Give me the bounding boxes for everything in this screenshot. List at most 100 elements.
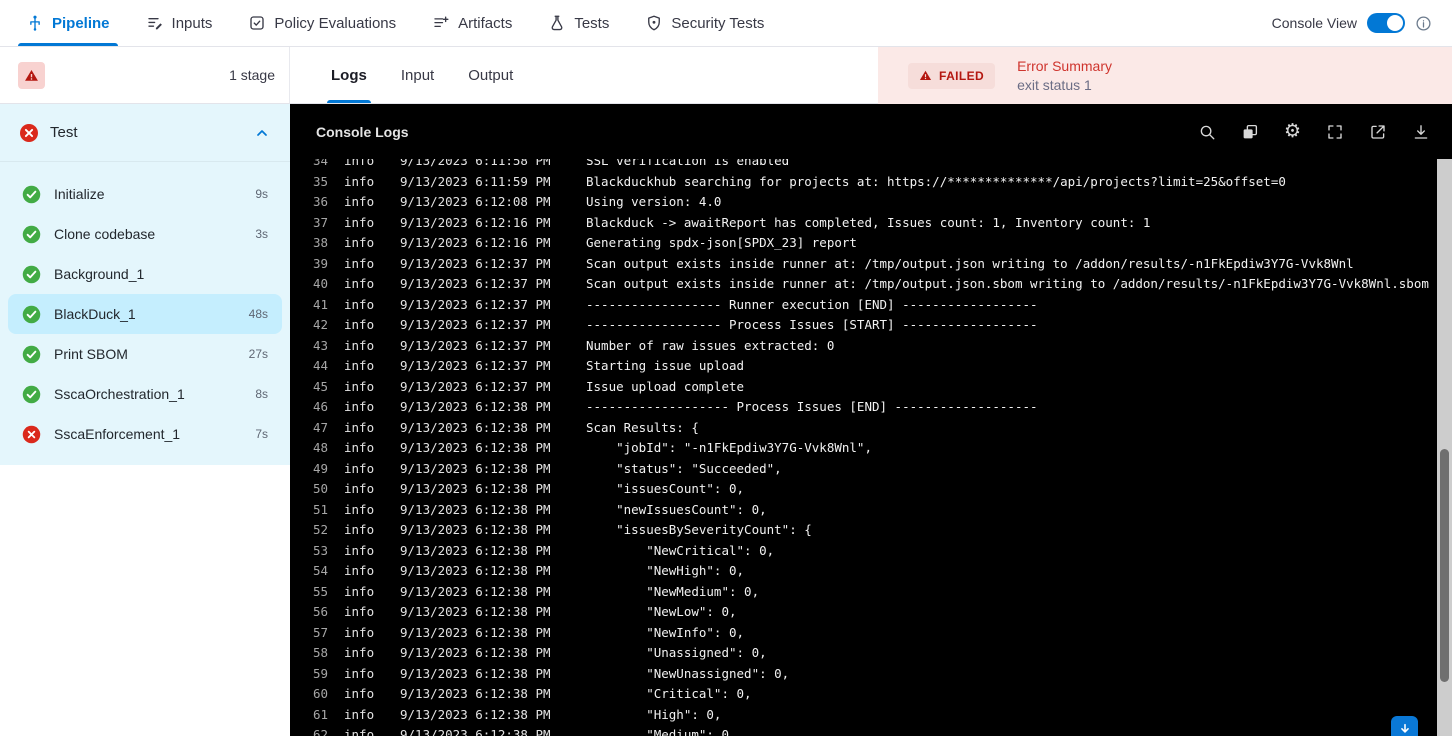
console-view-toggle[interactable] — [1367, 13, 1405, 33]
log-line: 34 info 9/13/2023 6:11:58 PM SSL verificati… — [290, 159, 1452, 172]
log-line-number: 60 — [312, 686, 328, 701]
stage-error-badge — [18, 61, 45, 89]
log-line: 43 info 9/13/2023 6:12:37 PM Number of raw … — [290, 336, 1452, 357]
console-scrollbar-thumb[interactable] — [1440, 449, 1449, 682]
log-message: Generating spdx-json[SPDX_23] report — [586, 235, 857, 250]
log-timestamp: 9/13/2023 6:12:38 PM — [400, 706, 551, 722]
step-background-1[interactable]: Background_1 — [8, 254, 282, 294]
settings-icon[interactable]: ⚙ — [1284, 122, 1301, 141]
log-line: 49 info 9/13/2023 6:12:38 PM "status": "Su… — [290, 459, 1452, 480]
pipeline-execution-page: Pipeline Inputs Policy Evaluations Artifact… — [0, 0, 1452, 736]
log-line: 42 info 9/13/2023 6:12:37 PM --------------… — [290, 315, 1452, 336]
security-tests-icon — [645, 14, 663, 32]
log-level: info — [344, 317, 375, 332]
log-line-number: 41 — [312, 296, 328, 312]
log-level: info — [344, 419, 375, 435]
log-timestamp: 9/13/2023 6:12:38 PM — [400, 645, 551, 660]
log-line-number: 50 — [312, 481, 328, 496]
log-line: 57 info 9/13/2023 6:12:38 PM "NewInfo": 0, — [290, 623, 1452, 644]
search-icon[interactable] — [1198, 123, 1216, 141]
log-level: info — [344, 358, 375, 373]
step-sscaorchestration-1[interactable]: SscaOrchestration_1 8s — [8, 374, 282, 414]
log-tab-logs[interactable]: Logs — [327, 47, 371, 103]
log-tab-input[interactable]: Input — [401, 47, 434, 103]
log-timestamp: 9/13/2023 6:12:37 PM — [400, 296, 551, 312]
info-icon[interactable] — [1415, 15, 1432, 32]
log-line: 50 info 9/13/2023 6:12:38 PM "issuesCount"… — [290, 479, 1452, 500]
step-initialize[interactable]: Initialize 9s — [8, 174, 282, 214]
log-timestamp: 9/13/2023 6:12:37 PM — [400, 337, 551, 353]
console-header: Console Logs ⚙ — [290, 104, 1452, 159]
top-navigation: Pipeline Inputs Policy Evaluations Artifact… — [0, 0, 1452, 47]
step-name: Initialize — [54, 186, 105, 202]
stage-panel: Test Initialize 9s Clone codebase 3s Backgro… — [0, 104, 290, 465]
error-summary-message: exit status 1 — [1017, 77, 1092, 93]
log-line-number: 40 — [312, 276, 328, 291]
copy-icon[interactable] — [1241, 123, 1259, 141]
log-message: "NewCritical": 0, — [586, 542, 775, 558]
scroll-to-bottom-button[interactable] — [1391, 716, 1418, 736]
step-blackduck-1[interactable]: BlackDuck_1 48s — [8, 294, 282, 334]
tab-policy-evaluations[interactable]: Policy Evaluations — [248, 0, 396, 46]
log-timestamp: 9/13/2023 6:12:38 PM — [400, 665, 551, 681]
log-message: "Medium": 0, — [586, 727, 737, 736]
log-message: "NewMedium": 0, — [586, 583, 760, 599]
log-line: 47 info 9/13/2023 6:12:38 PM Scan Results: … — [290, 418, 1452, 439]
step-clone-codebase[interactable]: Clone codebase 3s — [8, 214, 282, 254]
console-title: Console Logs — [316, 123, 409, 140]
log-timestamp: 9/13/2023 6:12:37 PM — [400, 358, 551, 373]
log-timestamp: 9/13/2023 6:12:38 PM — [400, 399, 551, 414]
log-line: 39 info 9/13/2023 6:12:37 PM Scan output ex… — [290, 254, 1452, 275]
log-level: info — [344, 214, 375, 230]
step-print-sbom[interactable]: Print SBOM 27s — [8, 334, 282, 374]
error-summary-panel: FAILED Error Summary exit status 1 — [878, 47, 1452, 104]
log-timestamp: 9/13/2023 6:12:38 PM — [400, 583, 551, 599]
log-viewport: 34 info 9/13/2023 6:11:58 PM SSL verificati… — [290, 159, 1452, 736]
log-level: info — [344, 173, 375, 189]
log-timestamp: 9/13/2023 6:12:16 PM — [400, 214, 551, 230]
log-line-number: 49 — [312, 460, 328, 476]
tab-security-tests[interactable]: Security Tests — [645, 0, 764, 46]
log-line: 55 info 9/13/2023 6:12:38 PM "NewMedium": … — [290, 582, 1452, 603]
log-level: info — [344, 337, 375, 353]
error-summary-title: Error Summary — [1017, 58, 1112, 74]
log-line-number: 37 — [312, 214, 328, 230]
log-level: info — [344, 727, 375, 736]
top-tabs: Pipeline Inputs Policy Evaluations Artifact… — [18, 0, 800, 46]
tab-pipeline[interactable]: Pipeline — [18, 0, 118, 46]
step-duration: 27s — [248, 347, 268, 361]
console-scrollbar[interactable] — [1437, 159, 1452, 736]
log-timestamp: 9/13/2023 6:12:38 PM — [400, 522, 551, 537]
log-message: Blackduckhub searching for projects at: … — [586, 173, 1286, 189]
step-name: Background_1 — [54, 266, 145, 282]
fullscreen-icon[interactable] — [1326, 123, 1344, 141]
log-message: "status": "Succeeded", — [586, 460, 782, 476]
log-line: 35 info 9/13/2023 6:11:59 PM Blackduckhub s… — [290, 172, 1452, 193]
tab-tests[interactable]: Tests — [548, 0, 609, 46]
step-name: SscaOrchestration_1 — [54, 386, 185, 402]
step-duration: 7s — [255, 427, 268, 441]
log-lines: 34 info 9/13/2023 6:11:58 PM SSL verificati… — [290, 159, 1452, 736]
log-message: "NewHigh": 0, — [586, 563, 745, 578]
log-tab-output[interactable]: Output — [468, 47, 513, 103]
log-line-number: 46 — [312, 399, 328, 414]
log-level: info — [344, 542, 375, 558]
log-level: info — [344, 481, 375, 496]
tab-artifacts[interactable]: Artifacts — [432, 0, 512, 46]
step-sscaenforcement-1[interactable]: SscaEnforcement_1 7s — [8, 414, 282, 454]
download-icon[interactable] — [1412, 123, 1430, 141]
tab-inputs[interactable]: Inputs — [146, 0, 212, 46]
chevron-up-icon[interactable] — [254, 125, 270, 141]
step-duration: 48s — [248, 307, 268, 321]
log-message: "High": 0, — [586, 706, 722, 722]
stage-header[interactable]: Test — [0, 104, 290, 162]
open-in-new-icon[interactable] — [1369, 123, 1387, 141]
log-line-number: 34 — [312, 159, 328, 168]
log-line: 54 info 9/13/2023 6:12:38 PM "NewHigh": 0, — [290, 561, 1452, 582]
warning-triangle-icon — [919, 70, 932, 81]
log-message: "issuesCount": 0, — [586, 481, 745, 496]
log-level: info — [344, 665, 375, 681]
log-message: "Critical": 0, — [586, 686, 752, 701]
warning-triangle-icon — [25, 69, 38, 81]
log-message: Starting issue upload — [586, 358, 745, 373]
